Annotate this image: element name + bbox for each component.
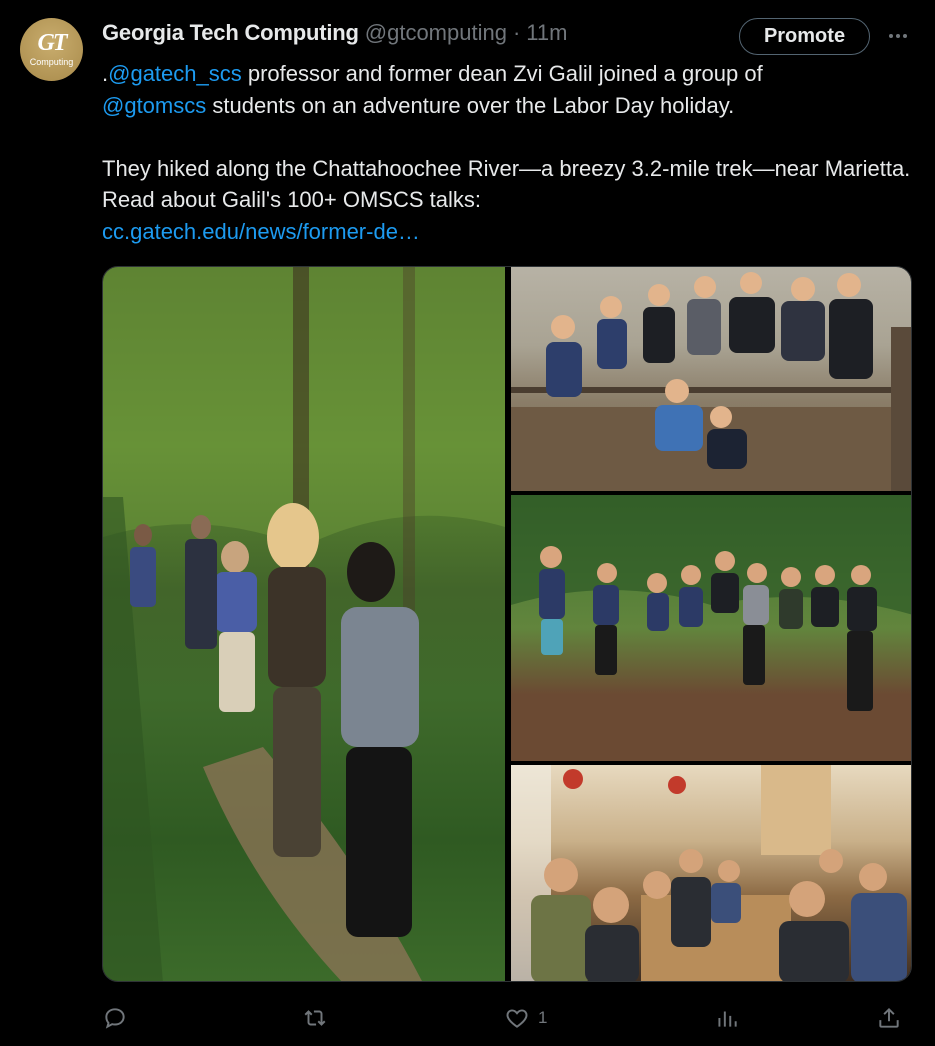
more-dots-icon[interactable] bbox=[884, 22, 912, 50]
share-icon bbox=[879, 1007, 899, 1028]
gt-logo-subtext: Computing bbox=[29, 57, 74, 67]
views-button[interactable] bbox=[714, 1000, 740, 1036]
tweet-actions: 1 bbox=[102, 1000, 912, 1036]
gt-logo-text: GT bbox=[37, 30, 68, 56]
tweet-paragraph-2: They hiked along the Chattahoochee River… bbox=[102, 155, 911, 213]
share-button[interactable] bbox=[876, 1000, 902, 1036]
tweet-paragraph-1: .@gatech_scs professor and former dean Z… bbox=[102, 58, 912, 121]
photo-hikers-trail[interactable] bbox=[103, 267, 505, 981]
like-count: 1 bbox=[538, 1008, 548, 1027]
retweet-button[interactable] bbox=[302, 1000, 328, 1036]
timestamp[interactable]: 11m bbox=[526, 20, 567, 46]
retweet-icon bbox=[304, 1010, 326, 1026]
text-line2: students on an adventure over the Labor … bbox=[206, 92, 735, 118]
heart-icon bbox=[506, 1009, 528, 1028]
mention-gtomscs[interactable]: @gtomscs bbox=[102, 93, 206, 118]
text-line1: professor and former dean Zvi Galil join… bbox=[241, 61, 763, 86]
tweet-header: Georgia Tech Computing @gtcomputing · 11… bbox=[102, 18, 567, 48]
news-link[interactable]: cc.gatech.edu/news/former-de… bbox=[102, 219, 420, 244]
mention-gatech-scs[interactable]: @gatech_scs bbox=[108, 61, 242, 86]
reply-button[interactable] bbox=[102, 1000, 128, 1036]
promote-button[interactable]: Promote bbox=[739, 18, 870, 55]
photo-group-restaurant[interactable] bbox=[511, 765, 911, 981]
account-avatar[interactable]: GT Computing bbox=[20, 18, 83, 81]
reply-icon bbox=[105, 1008, 125, 1029]
analytics-icon bbox=[718, 1011, 737, 1027]
account-handle[interactable]: @gtcomputing bbox=[365, 20, 507, 46]
photo-group-river[interactable] bbox=[511, 495, 911, 761]
separator-dot: · bbox=[512, 20, 521, 45]
tweet-text: .@gatech_scs professor and former dean Z… bbox=[102, 58, 912, 247]
like-button[interactable]: 1 bbox=[504, 1000, 547, 1036]
photo-grid bbox=[102, 266, 912, 982]
photo-group-bridge[interactable] bbox=[511, 267, 911, 491]
account-name[interactable]: Georgia Tech Computing bbox=[102, 20, 359, 46]
